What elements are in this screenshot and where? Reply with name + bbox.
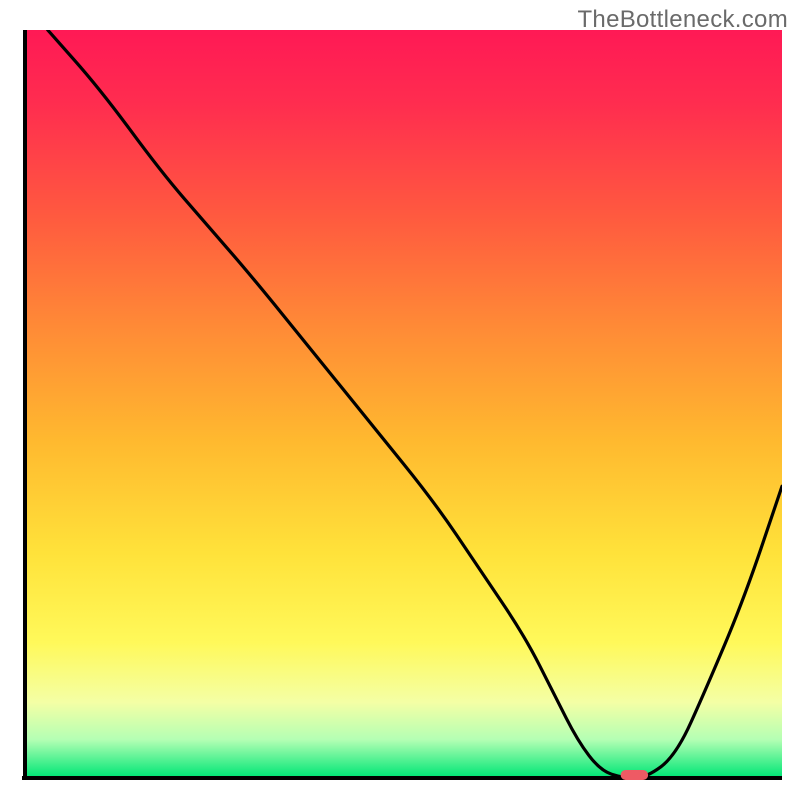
chart-svg <box>22 30 782 780</box>
optimal-marker <box>621 771 647 780</box>
bottleneck-chart: TheBottleneck.com <box>0 0 800 800</box>
plot-area <box>22 30 782 780</box>
watermark-text: TheBottleneck.com <box>577 6 788 34</box>
